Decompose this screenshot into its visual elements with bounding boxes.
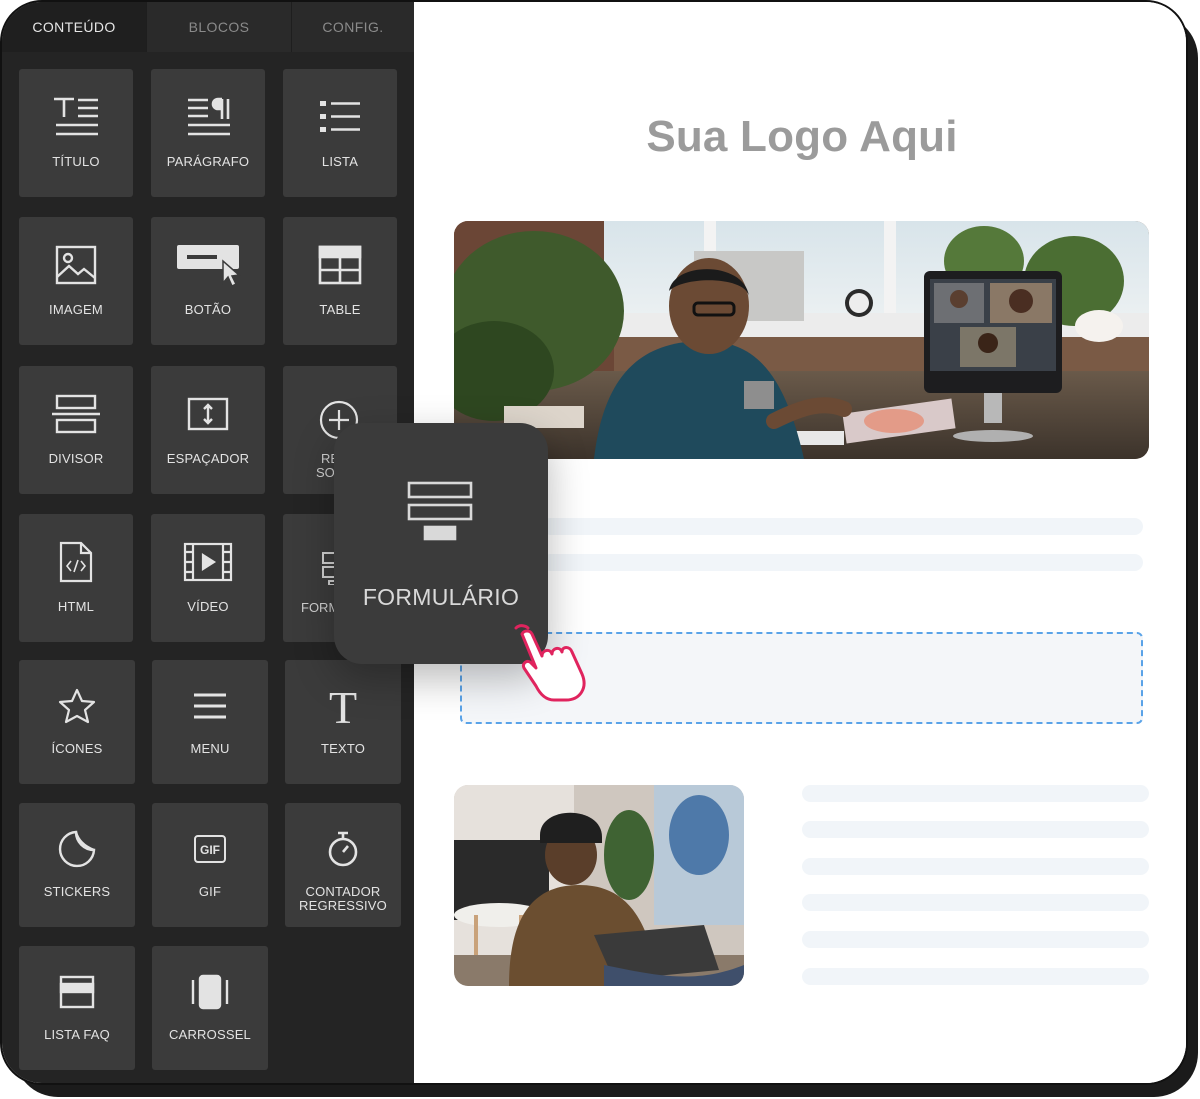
divider-icon (19, 388, 133, 440)
tile-label: CARROSSEL (169, 1027, 251, 1042)
tab-config[interactable]: CONFIG. (292, 2, 414, 52)
tile-label-line: CONTADOR (305, 884, 381, 899)
paragraph-icon (151, 91, 265, 143)
tile-gif[interactable]: GIF GIF (152, 803, 268, 927)
tile-stickers[interactable]: STICKERS (19, 803, 135, 927)
tile-label: CONTADOR REGRESSIVO (285, 885, 401, 913)
tile-html[interactable]: HTML (19, 514, 133, 642)
text-placeholder-line (802, 968, 1149, 985)
text-placeholder-line (802, 931, 1149, 948)
tile-titulo[interactable]: TÍTULO (19, 69, 133, 197)
hero-image-video-call[interactable] (454, 221, 1149, 459)
svg-text:GIF: GIF (200, 843, 220, 857)
image-icon (19, 239, 133, 291)
tile-imagem[interactable]: IMAGEM (19, 217, 133, 345)
tile-texto[interactable]: T TEXTO (285, 660, 401, 784)
tile-label: STICKERS (43, 884, 111, 899)
tile-contador-regressivo[interactable]: CONTADOR REGRESSIVO (285, 803, 401, 927)
title-icon (19, 91, 133, 143)
tile-label-partial: SO (316, 465, 335, 480)
tile-lista[interactable]: LISTA (283, 69, 397, 197)
tile-label: VÍDEO (187, 599, 229, 614)
tile-paragrafo[interactable]: PARÁGRAFO (151, 69, 265, 197)
tile-icones[interactable]: ÍCONES (19, 660, 135, 784)
editor-window: CONTEÚDO BLOCOS CONFIG. TÍTULO PARÁGRAFO (0, 0, 1188, 1085)
hamburger-menu-icon (152, 680, 268, 732)
tile-label: TABLE (319, 302, 361, 317)
svg-text:T: T (329, 685, 357, 727)
dragged-block-label: FORMULÁRIO (362, 584, 520, 610)
tile-label: TÍTULO (52, 154, 100, 169)
tile-label: MENU (190, 741, 230, 756)
list-icon (283, 91, 397, 143)
tile-label: LISTA (321, 154, 359, 169)
video-icon (151, 536, 265, 588)
tile-label: IMAGEM (49, 302, 103, 317)
button-icon (151, 239, 265, 291)
spacer-icon (151, 388, 265, 440)
carousel-icon (152, 966, 268, 1018)
sticker-icon (19, 823, 135, 875)
text-placeholder-line (542, 554, 1143, 571)
text-placeholder-line (802, 785, 1149, 802)
text-placeholder-line (802, 858, 1149, 875)
tab-conteudo[interactable]: CONTEÚDO (2, 2, 147, 52)
text-placeholder-line (542, 518, 1143, 535)
sidebar-tabs: CONTEÚDO BLOCOS CONFIG. (2, 2, 414, 52)
tile-label: HTML (57, 599, 95, 614)
tile-divisor[interactable]: DIVISOR (19, 366, 133, 494)
tile-carrossel[interactable]: CARROSSEL (152, 946, 268, 1070)
star-icon (19, 680, 135, 732)
timer-icon (285, 823, 401, 875)
tile-espacador[interactable]: ESPAÇADOR (151, 366, 265, 494)
tile-label: ESPAÇADOR (166, 451, 250, 466)
tile-label: TEXTO (320, 741, 366, 756)
tile-botao[interactable]: BOTÃO (151, 217, 265, 345)
html-file-icon (19, 536, 133, 588)
tile-menu[interactable]: MENU (152, 660, 268, 784)
faq-list-icon (19, 966, 135, 1018)
tile-label: PARÁGRAFO (166, 154, 250, 169)
form-icon (407, 481, 473, 546)
hand-pointer-cursor-icon (510, 624, 600, 704)
tile-label: ÍCONES (51, 741, 103, 756)
tile-table[interactable]: TABLE (283, 217, 397, 345)
tile-label: DIVISOR (48, 451, 104, 466)
tile-video[interactable]: VÍDEO (151, 514, 265, 642)
text-placeholder-line (802, 821, 1149, 838)
table-icon (283, 239, 397, 291)
tab-blocos[interactable]: BLOCOS (147, 2, 292, 52)
logo-placeholder: Sua Logo Aqui (646, 112, 958, 161)
tile-label: BOTÃO (184, 302, 232, 317)
text-t-icon: T (285, 680, 401, 732)
tile-label: LISTA FAQ (44, 1027, 110, 1042)
content-image-laptop-man[interactable] (454, 785, 744, 986)
gif-icon: GIF (152, 823, 268, 875)
text-placeholder-line (802, 894, 1149, 911)
tile-label: GIF (198, 884, 222, 899)
tile-lista-faq[interactable]: LISTA FAQ (19, 946, 135, 1070)
tile-label-line: REGRESSIVO (299, 898, 387, 913)
